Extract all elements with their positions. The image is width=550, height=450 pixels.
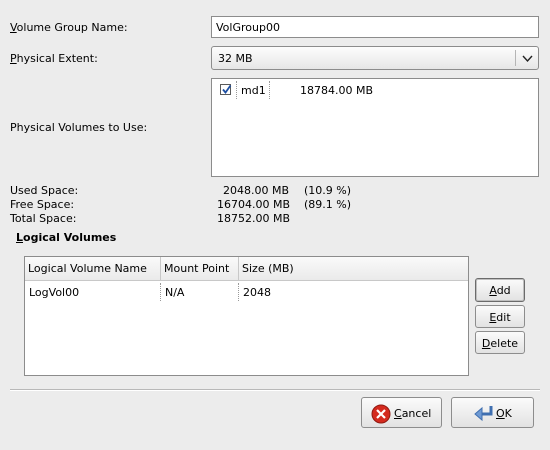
lv-row-size: 2048 [243,286,271,299]
lv-col-header-name[interactable]: Logical Volume Name [25,257,161,281]
vg-name-label-text: olume Group Name: [16,21,128,34]
vg-name-input[interactable]: VolGroup00 [211,16,539,38]
lv-row-name: LogVol00 [29,286,80,299]
cancel-button-text: ancel [401,407,432,420]
delete-button[interactable]: Delete [475,331,525,354]
ok-button[interactable]: OK [451,397,534,428]
lv-col-divider [160,283,162,301]
pv-size: 18784.00 MB [300,84,374,97]
checkmark-icon [222,84,232,94]
pv-checkbox[interactable] [220,84,232,95]
total-space-label: Total Space: [10,212,77,225]
add-button-label: Add [489,284,511,297]
pv-col-divider [236,81,238,99]
table-row[interactable]: LogVol00 N/A 2048 [25,283,468,301]
vg-name-label: Volume Group Name: [10,21,128,34]
combo-separator [515,50,516,66]
pv-label: Physical Volumes to Use: [10,121,147,134]
dialog-divider [10,389,540,391]
vg-name-value: VolGroup00 [216,21,280,34]
cancel-icon [371,404,391,424]
pe-value: 32 MB [218,52,253,65]
cancel-button-label: Cancel [394,407,432,420]
used-space-value: 2048.00 MB [223,184,290,197]
free-space-percent: (89.1 %) [304,198,352,211]
free-space-label: Free Space: [10,198,75,211]
pv-listbox[interactable]: md1 18784.00 MB [211,78,539,177]
cancel-button[interactable]: Cancel [361,397,442,428]
delete-button-label: Delete [481,337,519,350]
enter-arrow-icon [474,406,493,422]
ok-button-text: K [504,407,512,420]
lv-col-header-mount[interactable]: Mount Point [161,257,239,281]
lv-col-divider [238,283,240,301]
pv-name: md1 [241,84,266,97]
edit-button-label: Edit [489,311,511,324]
total-space-value: 18752.00 MB [217,212,291,225]
pe-combobox[interactable]: 32 MB [211,46,539,70]
edit-button[interactable]: Edit [475,305,525,328]
pv-list-row[interactable]: md1 18784.00 MB [212,81,538,99]
lv-table[interactable]: Logical Volume Name Mount Point Size (MB… [24,256,469,376]
lv-section-title: Logical Volumes [16,231,117,244]
edit-button-text: dit [496,311,511,324]
add-button[interactable]: Add [475,278,525,302]
used-space-percent: (10.9 %) [304,184,352,197]
pv-col-divider [269,81,271,99]
delete-button-text: elete [490,337,519,350]
lv-row-mount: N/A [165,286,185,299]
free-space-value: 16704.00 MB [217,198,291,211]
lv-section-title-text: ogical Volumes [23,231,117,244]
lv-col-header-size[interactable]: Size (MB) [239,257,468,281]
pe-label-text: hysical Extent: [16,52,98,65]
pv-label-text: Physical Volumes to Use: [10,121,148,134]
pe-label: Physical Extent: [10,52,98,65]
used-space-label: Used Space: [10,184,79,197]
add-button-text: dd [496,284,511,297]
chevron-down-icon [522,55,533,63]
ok-button-label: OK [496,407,512,420]
